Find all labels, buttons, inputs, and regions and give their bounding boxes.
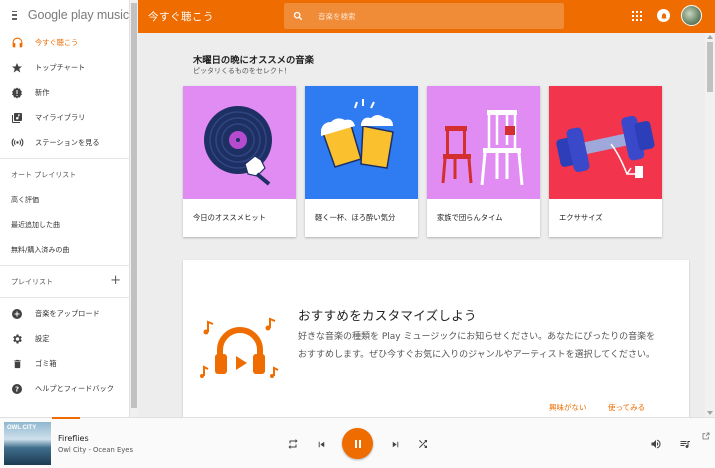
scroll-up-icon[interactable]	[707, 35, 713, 39]
search-icon	[293, 11, 303, 21]
sidebar-header: Google play music	[0, 0, 129, 30]
chairs-icon	[427, 86, 540, 199]
track-title[interactable]: Fireflies	[58, 434, 89, 443]
nav-item-new-releases[interactable]: 新作	[0, 80, 129, 105]
card-label: エクササイズ	[559, 213, 603, 222]
svg-text:?: ?	[15, 385, 19, 393]
add-playlist-icon[interactable]: +	[110, 274, 121, 287]
headphones-icon	[10, 36, 24, 50]
menu-icon[interactable]	[12, 10, 17, 20]
nav-item-label: マイライブラリ	[35, 112, 86, 122]
beer-glasses-icon	[305, 86, 418, 199]
progress-bar[interactable]	[52, 417, 80, 419]
dumbbell-icon	[549, 86, 662, 199]
player-bar: OWL CITY Fireflies Owl City - Ocean Eyes	[0, 417, 715, 468]
top-bar: 今すぐ聴こう	[138, 0, 715, 33]
recommendation-card[interactable]: 軽く一杯、ほろ酔い気分	[305, 86, 418, 237]
main-scrollbar-thumb[interactable]	[707, 42, 713, 92]
customize-description: 好きな音楽の種類を Play ミュージックにお知らせください。あなたにぴったりの…	[298, 332, 656, 360]
nav-item-label: 設定	[35, 333, 50, 343]
recommendation-card[interactable]: エクササイズ	[549, 86, 662, 237]
scroll-down-icon[interactable]	[707, 411, 713, 415]
pause-button[interactable]	[342, 428, 373, 459]
nav-item-label: ゴミ箱	[35, 358, 57, 368]
upload-icon	[10, 307, 24, 321]
customize-title: おすすめをカスタマイズしよう	[298, 308, 477, 323]
star-icon	[10, 61, 24, 75]
auto-playlist-item[interactable]: 最近追加した曲	[0, 212, 129, 237]
page-title: 今すぐ聴こう	[148, 11, 214, 23]
nav-item-listen-now[interactable]: 今すぐ聴こう	[0, 30, 129, 55]
divider	[0, 158, 129, 159]
new-release-icon	[10, 86, 24, 100]
help-icon: ?	[10, 382, 24, 396]
nav-item-label: トップチャート	[35, 62, 86, 72]
apps-grid-icon[interactable]	[631, 10, 643, 22]
nav-item-help[interactable]: ? ヘルプとフィードバック	[0, 376, 129, 401]
library-icon	[10, 111, 24, 125]
nav-item-label: ヘルプとフィードバック	[35, 383, 114, 393]
sidebar-scrollbar[interactable]	[129, 0, 138, 417]
try-it-button[interactable]: 使ってみる	[608, 402, 645, 413]
nav-item-stations[interactable]: ステーションを見る	[0, 130, 129, 155]
divider	[0, 265, 129, 266]
auto-playlist-header: オート プレイリスト	[11, 170, 77, 179]
gear-icon	[10, 332, 24, 346]
not-interested-button[interactable]: 興味がない	[549, 402, 587, 413]
album-art[interactable]: OWL CITY	[4, 422, 51, 465]
vinyl-record-icon	[183, 86, 296, 199]
radio-icon	[10, 136, 24, 150]
next-icon[interactable]	[388, 437, 402, 451]
nav-item-label: 今すぐ聴こう	[35, 37, 79, 47]
customize-panel: おすすめをカスタマイズしよう 好きな音楽の種類を Play ミュージックにお知ら…	[183, 260, 689, 417]
previous-icon[interactable]	[314, 437, 328, 451]
nav-item-label: 音楽をアップロード	[35, 308, 100, 318]
divider	[0, 297, 129, 298]
main-content: 木曜日の晩にオススメの音楽 ピッタリくるものをセレクト！ 今日のオススメヒット	[138, 33, 705, 417]
card-label: 今日のオススメヒット	[193, 213, 266, 222]
recommendation-title: 木曜日の晩にオススメの音楽	[193, 55, 314, 66]
track-artist[interactable]: Owl City - Ocean Eyes	[58, 446, 133, 454]
nav-item-upload[interactable]: 音楽をアップロード	[0, 301, 129, 326]
trash-icon	[10, 357, 24, 371]
nav-item-label: 新作	[35, 87, 50, 97]
nav-item-trash[interactable]: ゴミ箱	[0, 351, 129, 376]
nav-item-my-library[interactable]: マイライブラリ	[0, 105, 129, 130]
playlist-header: プレイリスト +	[0, 269, 129, 294]
nav-item-settings[interactable]: 設定	[0, 326, 129, 351]
notification-icon[interactable]	[657, 9, 670, 22]
card-label: 家族で団らんタイム	[437, 213, 503, 222]
queue-icon[interactable]	[678, 437, 692, 451]
headphones-icon	[200, 310, 280, 390]
nav-item-top-charts[interactable]: トップチャート	[0, 55, 129, 80]
recommendation-card[interactable]: 家族で団らんタイム	[427, 86, 540, 237]
main-scrollbar[interactable]	[705, 33, 715, 417]
sidebar-scrollbar-thumb[interactable]	[131, 3, 137, 408]
volume-icon[interactable]	[649, 437, 663, 451]
sidebar: Google play music 今すぐ聴こう トップチャート 新作 マイライ…	[0, 0, 129, 417]
expand-icon[interactable]	[702, 425, 710, 440]
auto-playlist-item[interactable]: 無料/購入済みの曲	[0, 237, 129, 262]
search-box[interactable]	[284, 3, 564, 29]
search-input[interactable]	[318, 11, 538, 21]
playlist-header-label: プレイリスト	[11, 277, 53, 286]
recommendation-card[interactable]: 今日のオススメヒット	[183, 86, 296, 237]
app-logo[interactable]: Google play music	[28, 8, 129, 22]
pause-icon	[354, 439, 361, 448]
repeat-icon[interactable]	[286, 437, 300, 451]
shuffle-icon[interactable]	[416, 437, 430, 451]
album-art-text: OWL CITY	[7, 425, 37, 431]
auto-playlist-item[interactable]: 高く評価	[0, 187, 129, 212]
card-label: 軽く一杯、ほろ酔い気分	[315, 213, 396, 222]
nav-item-label: ステーションを見る	[35, 137, 100, 147]
avatar[interactable]	[681, 5, 702, 26]
recommendation-subtitle: ピッタリくるものをセレクト！	[193, 67, 291, 75]
